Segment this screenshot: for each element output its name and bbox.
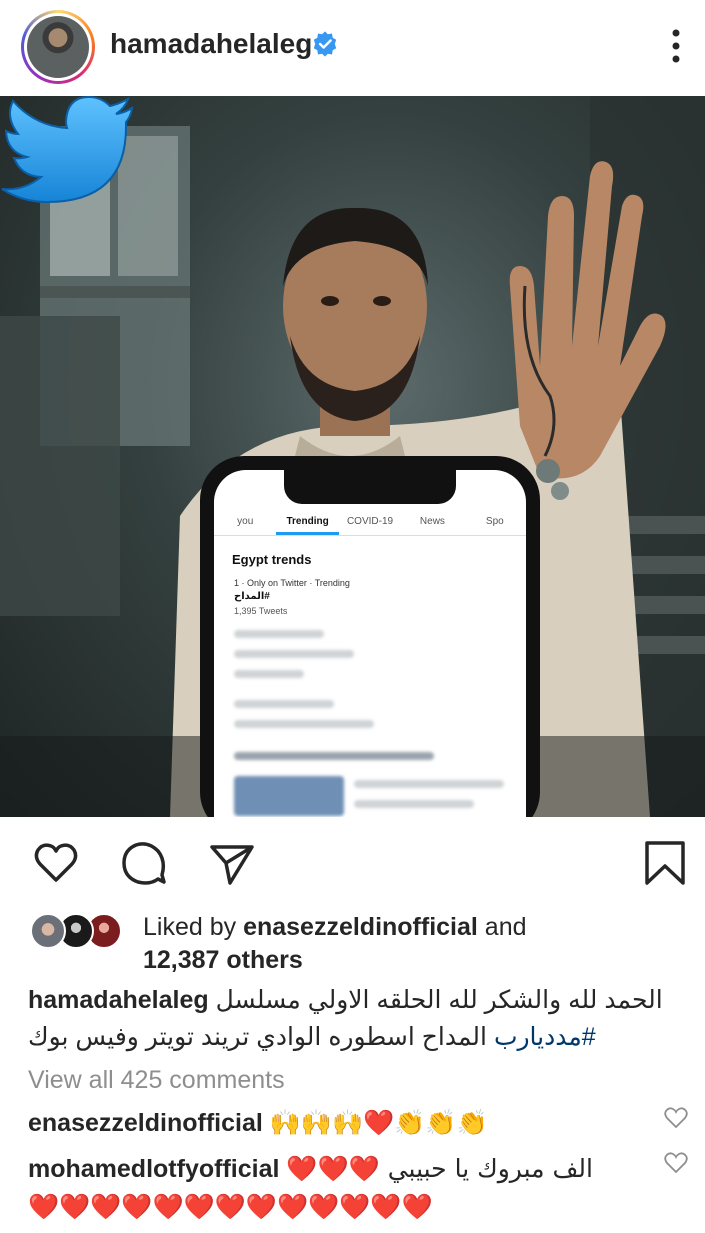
send-icon[interactable] bbox=[208, 839, 256, 887]
post-caption: hamadahelaleg الحمد لله والشكر لله الحلق… bbox=[28, 982, 678, 1056]
blurred-trend bbox=[234, 700, 334, 708]
avatar-image bbox=[27, 16, 89, 78]
blurred-trend bbox=[234, 670, 304, 678]
trend-hashtag: #المداح bbox=[234, 591, 270, 602]
caption-line-2: #مدديارب المداح اسطوره الوادي تريند تويت… bbox=[28, 1019, 678, 1056]
caption-text-2: المداح اسطوره الوادي تريند تويتر وفيس بو… bbox=[28, 1023, 487, 1051]
tab-trending: Trending bbox=[276, 510, 339, 535]
comment-item: enasezzeldinofficial 🙌🙌🙌❤️👏👏👏 bbox=[28, 1104, 658, 1142]
likes-and: and bbox=[477, 913, 527, 941]
view-all-comments[interactable]: View all 425 comments bbox=[28, 1066, 285, 1095]
avatar[interactable] bbox=[21, 10, 95, 84]
blurred-trend bbox=[354, 800, 474, 808]
twitter-logo-icon bbox=[1, 96, 134, 204]
comment-item: mohamedlotfyofficial الف مبروك يا حبيبي … bbox=[28, 1150, 658, 1226]
trending-tabs: you Trending COVID-19 News Spo bbox=[214, 510, 526, 536]
bookmark-icon[interactable] bbox=[641, 839, 689, 887]
comment-username[interactable]: mohamedlotfyofficial bbox=[28, 1155, 279, 1183]
post-action-bar bbox=[0, 817, 705, 907]
tab-you: you bbox=[237, 516, 254, 527]
post-image[interactable]: you Trending COVID-19 News Spo Egypt tre… bbox=[0, 96, 705, 817]
likes-text[interactable]: Liked by enasezzeldinofficial and 12,387… bbox=[143, 911, 527, 977]
comment-icon[interactable] bbox=[120, 839, 168, 887]
trend-count: 1,395 Tweets bbox=[234, 606, 288, 616]
tab-news: News bbox=[419, 516, 445, 527]
comment-text: 🙌🙌🙌❤️👏👏👏 bbox=[269, 1108, 488, 1137]
comment-text-continued: ❤️❤️❤️❤️❤️❤️❤️❤️❤️❤️❤️❤️❤️ bbox=[28, 1192, 433, 1221]
comment-text: الف مبروك يا حبيبي ❤️❤️❤️ bbox=[286, 1154, 593, 1183]
caption-username[interactable]: hamadahelaleg bbox=[28, 986, 209, 1014]
blurred-trend bbox=[234, 776, 344, 816]
more-options-icon[interactable] bbox=[662, 26, 690, 66]
comment-username[interactable]: enasezzeldinofficial bbox=[28, 1109, 263, 1137]
caption-line-1: hamadahelaleg الحمد لله والشكر لله الحلق… bbox=[28, 982, 678, 1019]
comment-like-heart-icon[interactable] bbox=[664, 1107, 688, 1129]
post-header: hamadahelaleg bbox=[0, 0, 705, 96]
blurred-trend bbox=[354, 780, 504, 788]
tab-covid: COVID-19 bbox=[346, 516, 394, 527]
phone-notch bbox=[284, 470, 456, 504]
liker-username[interactable]: enasezzeldinofficial bbox=[243, 913, 478, 941]
trends-title: Egypt trends bbox=[232, 552, 312, 567]
blurred-trend bbox=[234, 720, 374, 728]
blurred-trend bbox=[234, 650, 354, 658]
comment-like-heart-icon[interactable] bbox=[664, 1152, 688, 1174]
likes-prefix: Liked by bbox=[143, 913, 244, 941]
phone-mockup: you Trending COVID-19 News Spo Egypt tre… bbox=[200, 456, 540, 817]
trend-meta: 1 · Only on Twitter · Trending bbox=[234, 578, 350, 588]
blurred-trend bbox=[234, 630, 324, 638]
likes-count[interactable]: 12,387 others bbox=[143, 946, 303, 974]
tab-sports: Spo bbox=[485, 516, 504, 527]
heart-icon[interactable] bbox=[32, 839, 80, 887]
phone-screen: you Trending COVID-19 News Spo Egypt tre… bbox=[214, 470, 526, 817]
caption-text-1: الحمد لله والشكر لله الحلقه الاولي مسلسل bbox=[215, 986, 663, 1014]
verified-badge-icon bbox=[313, 31, 337, 57]
blurred-trend bbox=[234, 752, 434, 760]
caption-hashtag[interactable]: #مدديارب bbox=[494, 1023, 596, 1051]
post-username[interactable]: hamadahelaleg bbox=[110, 28, 312, 60]
liker-avatar bbox=[30, 913, 66, 949]
likes-row[interactable]: Liked by enasezzeldinofficial and 12,387… bbox=[0, 907, 705, 983]
